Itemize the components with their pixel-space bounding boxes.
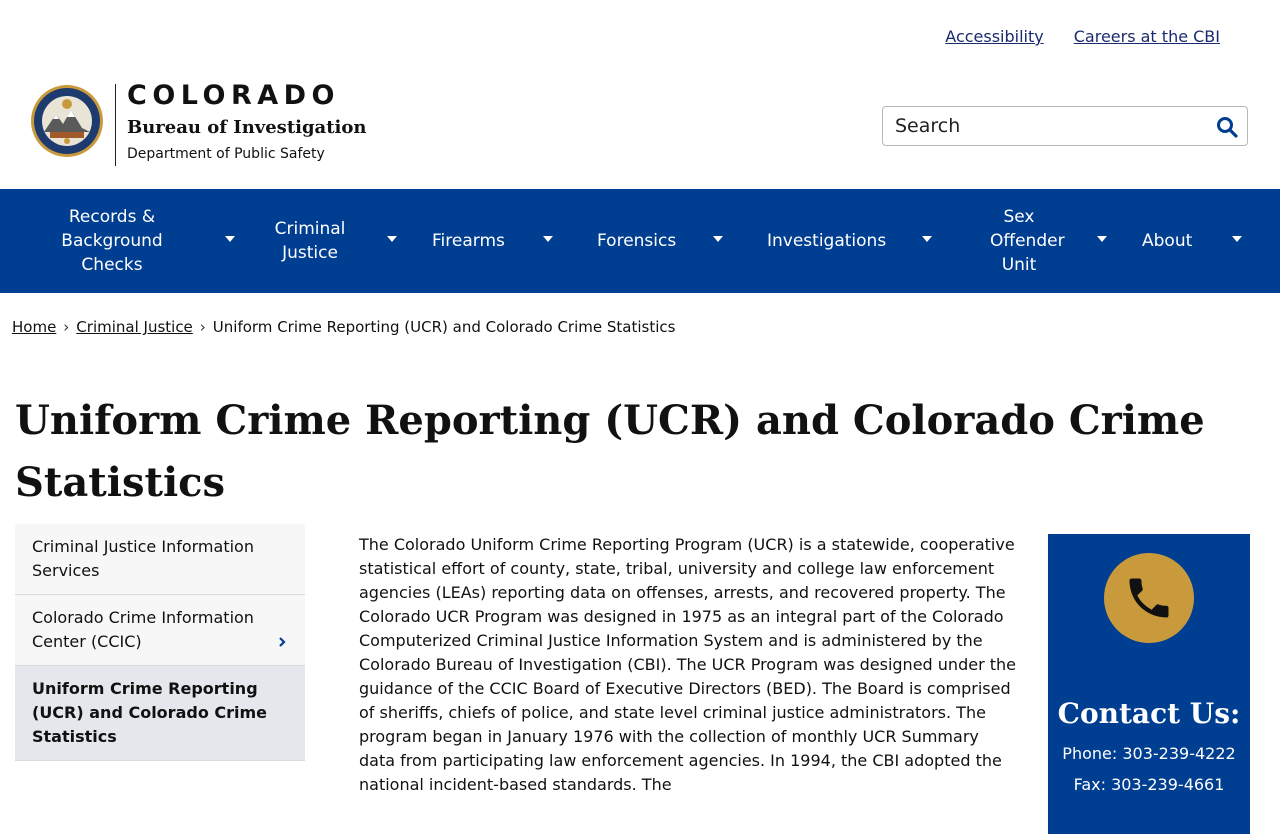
chevron-right-icon[interactable] bbox=[276, 636, 288, 648]
nav-item-records[interactable]: Records & Background Checks bbox=[52, 189, 242, 293]
breadcrumb-separator: › bbox=[63, 318, 70, 336]
contact-title: Contact Us: bbox=[1057, 697, 1241, 730]
sidenav-item-label: Colorado Crime Information Center (CCIC) bbox=[32, 608, 254, 651]
main-nav: Records & Background Checks Criminal Jus… bbox=[0, 189, 1280, 293]
bureau-name: Bureau of Investigation bbox=[127, 117, 367, 138]
nav-item-criminal-justice[interactable]: Criminal Justice bbox=[262, 189, 402, 293]
careers-link[interactable]: Careers at the CBI bbox=[1074, 27, 1220, 46]
nav-item-sex-offender-unit[interactable]: Sex Offender Unit bbox=[990, 189, 1110, 293]
sidenav-item-ucr[interactable]: Uniform Crime Reporting (UCR) and Colora… bbox=[15, 666, 305, 761]
phone-icon-circle bbox=[1104, 553, 1194, 643]
search-icon[interactable] bbox=[1215, 115, 1239, 139]
main-content: The Colorado Uniform Crime Reporting Pro… bbox=[359, 533, 1019, 797]
breadcrumb-separator: › bbox=[199, 318, 206, 336]
chevron-down-icon[interactable] bbox=[387, 236, 397, 242]
sidenav-item-cjis[interactable]: Criminal Justice Information Services bbox=[15, 524, 305, 595]
cbi-seal-icon bbox=[31, 85, 103, 157]
intro-paragraph: The Colorado Uniform Crime Reporting Pro… bbox=[359, 535, 1016, 794]
nav-label: Firearms bbox=[432, 231, 505, 251]
chevron-down-icon[interactable] bbox=[1097, 236, 1107, 242]
contact-fax: Fax: 303-239-4661 bbox=[1073, 775, 1225, 794]
nav-item-investigations[interactable]: Investigations bbox=[767, 189, 937, 293]
sidenav-item-ccic[interactable]: Colorado Crime Information Center (CCIC) bbox=[15, 595, 305, 666]
chevron-down-icon[interactable] bbox=[225, 236, 235, 242]
page-title: Uniform Crime Reporting (UCR) and Colora… bbox=[15, 397, 1205, 506]
side-nav: Criminal Justice Information Services Co… bbox=[15, 524, 305, 761]
breadcrumb-home[interactable]: Home bbox=[12, 318, 56, 336]
phone-icon bbox=[1129, 578, 1169, 618]
nav-label: Criminal Justice bbox=[274, 219, 346, 263]
chevron-down-icon[interactable] bbox=[713, 236, 723, 242]
breadcrumb-current: Uniform Crime Reporting (UCR) and Colora… bbox=[212, 318, 676, 336]
nav-item-about[interactable]: About bbox=[1142, 189, 1252, 293]
search-input[interactable] bbox=[883, 107, 1195, 145]
sidenav-item-label: Criminal Justice Information Services bbox=[32, 537, 254, 580]
nav-item-forensics[interactable]: Forensics bbox=[597, 189, 732, 293]
brand-name: COLORADO bbox=[127, 80, 341, 111]
nav-item-firearms[interactable]: Firearms bbox=[432, 189, 562, 293]
nav-label: Investigations bbox=[767, 231, 887, 251]
sidenav-item-label: Uniform Crime Reporting (UCR) and Colora… bbox=[32, 679, 268, 746]
contact-card: Contact Us: Phone: 303-239-4222 Fax: 303… bbox=[1048, 534, 1250, 834]
breadcrumb: Home › Criminal Justice › Uniform Crime … bbox=[12, 318, 675, 336]
logo-text: COLORADO Bureau of Investigation Departm… bbox=[127, 80, 367, 162]
nav-label: Forensics bbox=[597, 231, 677, 251]
nav-label: Sex Offender Unit bbox=[990, 207, 1065, 275]
chevron-down-icon[interactable] bbox=[1232, 236, 1242, 242]
contact-phone: Phone: 303-239-4222 bbox=[1062, 744, 1236, 763]
search-box bbox=[882, 106, 1248, 146]
nav-label: Records & Background Checks bbox=[61, 207, 163, 275]
chevron-down-icon[interactable] bbox=[543, 236, 553, 242]
accessibility-link[interactable]: Accessibility bbox=[945, 27, 1043, 46]
nav-label: About bbox=[1142, 231, 1193, 251]
department-name: Department of Public Safety bbox=[127, 146, 325, 162]
chevron-down-icon[interactable] bbox=[922, 236, 932, 242]
site-logo[interactable]: COLORADO Bureau of Investigation Departm… bbox=[30, 80, 367, 166]
utility-links: Accessibility Careers at the CBI bbox=[945, 27, 1220, 46]
breadcrumb-criminal-justice[interactable]: Criminal Justice bbox=[76, 318, 193, 336]
logo-divider bbox=[115, 84, 116, 166]
